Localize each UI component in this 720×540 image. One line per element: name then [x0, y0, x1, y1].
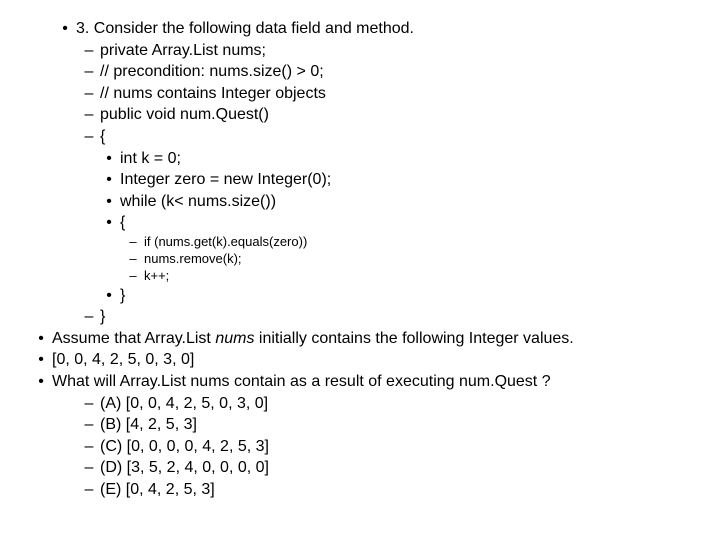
dash-icon — [78, 436, 100, 458]
bullet-icon — [98, 212, 120, 234]
dash-icon — [78, 479, 100, 501]
code-line-brace-open-2: { — [98, 212, 690, 234]
bullet-icon — [54, 18, 76, 40]
option-b: (B) [4, 2, 5, 3] — [78, 414, 690, 436]
code-line-if: if (nums.get(k).equals(zero)) — [122, 234, 690, 251]
text: public void num.Quest() — [100, 104, 269, 126]
text: while (k< nums.size()) — [120, 191, 276, 213]
code-line-while: while (k< nums.size()) — [98, 191, 690, 213]
dash-icon — [78, 40, 100, 62]
text: private Array.List nums; — [100, 40, 266, 62]
dash-icon — [78, 126, 100, 148]
text: { — [120, 212, 125, 234]
code-line-private: private Array.List nums; — [78, 40, 690, 62]
text: (C) [0, 0, 0, 0, 4, 2, 5, 3] — [100, 436, 269, 458]
code-line-precondition: // precondition: nums.size() > 0; — [78, 61, 690, 83]
text: (B) [4, 2, 5, 3] — [100, 414, 197, 436]
option-d: (D) [3, 5, 2, 4, 0, 0, 0, 0] — [78, 457, 690, 479]
text: int k = 0; — [120, 148, 181, 170]
bullet-icon — [98, 285, 120, 307]
question-line-1: 3. Consider the following data field and… — [54, 18, 690, 40]
text: // precondition: nums.size() > 0; — [100, 61, 324, 83]
text: Integer zero = new Integer(0); — [120, 169, 331, 191]
option-c: (C) [0, 0, 0, 0, 4, 2, 5, 3] — [78, 436, 690, 458]
text: [0, 0, 4, 2, 5, 0, 3, 0] — [52, 349, 194, 371]
code-line-brace-open: { — [78, 126, 690, 148]
text: (A) [0, 0, 4, 2, 5, 0, 3, 0] — [100, 393, 268, 415]
text: 3. Consider the following data field and… — [76, 18, 414, 40]
bullet-icon — [98, 191, 120, 213]
dash-icon — [78, 306, 100, 328]
option-e: (E) [0, 4, 2, 5, 3] — [78, 479, 690, 501]
code-line-method: public void num.Quest() — [78, 104, 690, 126]
dash-icon — [78, 104, 100, 126]
text: nums.remove(k); — [144, 251, 242, 268]
nums-var: nums — [215, 330, 254, 347]
dash-icon — [122, 251, 144, 268]
text: Assume that Array.List nums initially co… — [52, 328, 574, 350]
text-a: Assume that Array.List — [52, 330, 215, 347]
code-line-zero: Integer zero = new Integer(0); — [98, 169, 690, 191]
text: What will Array.List nums contain as a r… — [52, 371, 551, 393]
dash-icon — [78, 457, 100, 479]
option-a: (A) [0, 0, 4, 2, 5, 0, 3, 0] — [78, 393, 690, 415]
bullet-icon — [30, 349, 52, 371]
bullet-icon — [98, 169, 120, 191]
text-c: initially contains the following Integer… — [254, 330, 573, 347]
dash-icon — [122, 268, 144, 285]
assume-line: Assume that Array.List nums initially co… — [30, 328, 690, 350]
text: if (nums.get(k).equals(zero)) — [144, 234, 307, 251]
text: (D) [3, 5, 2, 4, 0, 0, 0, 0] — [100, 457, 269, 479]
code-line-remove: nums.remove(k); — [122, 251, 690, 268]
code-line-brace-close-2: } — [78, 306, 690, 328]
text: } — [100, 306, 105, 328]
question-ask: What will Array.List nums contain as a r… — [30, 371, 690, 393]
bullet-icon — [30, 371, 52, 393]
code-line-kpp: k++; — [122, 268, 690, 285]
dash-icon — [78, 61, 100, 83]
bullet-icon — [98, 148, 120, 170]
code-line-comment: // nums contains Integer objects — [78, 83, 690, 105]
code-line-k: int k = 0; — [98, 148, 690, 170]
text: { — [100, 126, 105, 148]
text: (E) [0, 4, 2, 5, 3] — [100, 479, 215, 501]
text: } — [120, 285, 125, 307]
dash-icon — [78, 83, 100, 105]
dash-icon — [122, 234, 144, 251]
dash-icon — [78, 414, 100, 436]
bullet-icon — [30, 328, 52, 350]
initial-values: [0, 0, 4, 2, 5, 0, 3, 0] — [30, 349, 690, 371]
code-line-brace-close: } — [98, 285, 690, 307]
text: // nums contains Integer objects — [100, 83, 326, 105]
dash-icon — [78, 393, 100, 415]
text: k++; — [144, 268, 169, 285]
